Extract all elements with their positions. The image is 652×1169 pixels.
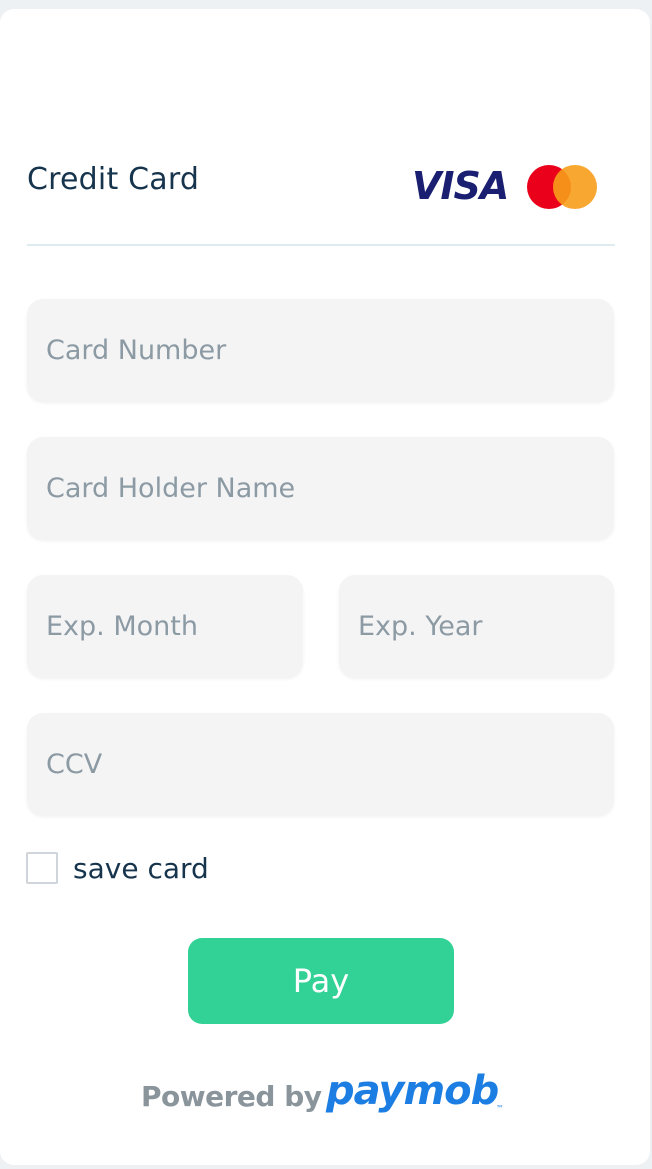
card-header: Credit Card VISA — [27, 160, 615, 246]
card-number-placeholder: Card Number — [46, 334, 227, 366]
visa-logo: VISA — [412, 164, 509, 208]
exp-month-input[interactable]: Exp. Month — [27, 575, 303, 677]
card-holder-placeholder: Card Holder Name — [46, 472, 296, 504]
exp-year-placeholder: Exp. Year — [358, 610, 483, 642]
exp-year-input[interactable]: Exp. Year — [339, 575, 614, 677]
paymob-logo: paymob — [326, 1068, 499, 1114]
pay-button[interactable]: Pay — [188, 938, 454, 1024]
trademark-mark: ™ — [496, 1104, 504, 1113]
save-card-row: save card — [26, 850, 209, 886]
save-card-checkbox[interactable] — [26, 852, 58, 884]
card-holder-name-input[interactable]: Card Holder Name — [27, 437, 614, 539]
exp-month-placeholder: Exp. Month — [46, 610, 198, 642]
ccv-placeholder: CCV — [46, 748, 103, 780]
mastercard-icon — [527, 165, 599, 211]
powered-by-text: Powered by — [141, 1080, 322, 1113]
save-card-label[interactable]: save card — [73, 852, 209, 885]
page-title: Credit Card — [27, 162, 200, 197]
card-number-input[interactable]: Card Number — [27, 299, 614, 401]
ccv-input[interactable]: CCV — [27, 713, 614, 815]
